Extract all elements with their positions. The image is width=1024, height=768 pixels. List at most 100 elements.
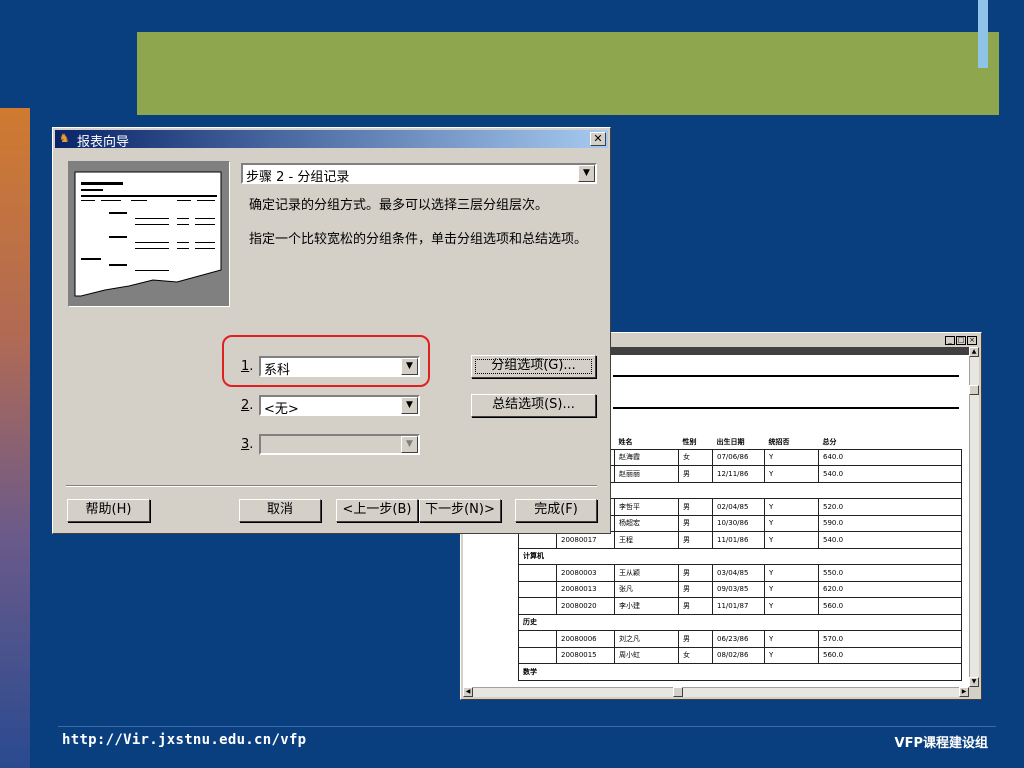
report-indent-cell <box>518 564 557 582</box>
report-cell: 620.0 <box>818 580 962 598</box>
wizard-preview-thumbnail <box>68 161 230 307</box>
scroll-down-icon[interactable]: ▼ <box>969 677 979 687</box>
report-cell: Y <box>764 448 819 466</box>
report-data-row: 20080006 刘之凡男 06/23/86 Y 570.0 <box>518 630 962 648</box>
report-indent-cell <box>518 646 557 664</box>
report-cell: 20080020 <box>556 597 615 615</box>
report-cell: 王从颖 <box>614 564 679 582</box>
report-header-name: 姓名 <box>618 437 633 446</box>
report-header-gender: 性别 <box>682 437 697 446</box>
report-cell: 周小虹 <box>614 646 679 664</box>
scroll-thumb[interactable] <box>969 385 979 395</box>
report-group-cell: 计算机 <box>518 547 962 565</box>
report-cell: 男 <box>678 531 713 549</box>
summary-options-button[interactable]: 总结选项(S)... <box>471 394 596 417</box>
report-cell: Y <box>764 580 819 598</box>
report-header-birth: 出生日期 <box>716 437 745 446</box>
finish-button[interactable]: 完成(F) <box>515 499 597 522</box>
group-level-2-label: 2. <box>241 398 254 413</box>
report-cell: 女 <box>678 448 713 466</box>
group-level-3-select: ▼ <box>259 434 420 455</box>
report-cell: 03/04/85 <box>712 564 765 582</box>
report-cell: Y <box>764 630 819 648</box>
report-cell: 20080015 <box>556 646 615 664</box>
report-cell: 赵海霞 <box>614 448 679 466</box>
report-cell: 11/01/87 <box>712 597 765 615</box>
report-cell: 女 <box>678 646 713 664</box>
report-cell: 张凡 <box>614 580 679 598</box>
report-cell: 550.0 <box>818 564 962 582</box>
fox-icon: ♞ <box>59 131 70 145</box>
maximize-icon[interactable]: □ <box>956 336 966 345</box>
report-group-cell: 历史 <box>518 613 962 631</box>
report-cell: 640.0 <box>818 448 962 466</box>
report-cell: 540.0 <box>818 465 962 483</box>
report-indent-cell <box>518 597 557 615</box>
report-cell: 男 <box>678 514 713 532</box>
report-indent-cell <box>518 630 557 648</box>
report-cell: 02/04/85 <box>712 498 765 516</box>
report-cell: 560.0 <box>818 597 962 615</box>
dialog-title: 报表向导 <box>77 135 130 150</box>
step-select[interactable]: 步骤 2 - 分组记录 ▼ <box>241 163 597 185</box>
preview-horizontal-scrollbar[interactable]: ◀ ▶ <box>463 687 969 697</box>
scroll-left-icon[interactable]: ◀ <box>463 687 473 697</box>
next-button[interactable]: 下一步(N)> <box>419 499 501 522</box>
group-level-3-label: 3. <box>241 437 254 452</box>
help-button[interactable]: 帮助(H) <box>67 499 150 522</box>
report-data-row: 20080013 张凡男 09/03/85 Y 620.0 <box>518 580 962 598</box>
report-cell: 07/06/86 <box>712 448 765 466</box>
report-cell: 560.0 <box>818 646 962 664</box>
report-data-row: 20080003 王从颖男 03/04/85 Y 550.0 <box>518 564 962 582</box>
report-cell: Y <box>764 564 819 582</box>
report-rule <box>613 375 959 377</box>
dialog-titlebar: ♞ 报表向导 ✕ <box>55 130 608 150</box>
close-button[interactable]: ✕ <box>590 132 606 146</box>
group-level-2-value: <无> <box>264 402 299 417</box>
report-cell: 男 <box>678 465 713 483</box>
slide-accent-bar <box>978 0 988 68</box>
report-cell: 20080006 <box>556 630 615 648</box>
report-cell: 540.0 <box>818 531 962 549</box>
prev-button[interactable]: <上一步(B) <box>336 499 418 522</box>
report-cell: 20080003 <box>556 564 615 582</box>
report-header-enroll: 统招否 <box>768 437 790 446</box>
report-group-row: 数学 <box>518 663 962 681</box>
report-cell: 男 <box>678 564 713 582</box>
report-cell: 09/03/85 <box>712 580 765 598</box>
report-cell: Y <box>764 465 819 483</box>
scroll-up-icon[interactable]: ▲ <box>969 347 979 357</box>
report-cell: 王程 <box>614 531 679 549</box>
chevron-down-icon[interactable]: ▼ <box>578 165 595 182</box>
chevron-down-icon[interactable]: ▼ <box>401 397 418 414</box>
report-group-cell: 数学 <box>518 663 962 681</box>
group-level-1-select[interactable]: 系科 ▼ <box>259 356 420 378</box>
cancel-button[interactable]: 取消 <box>239 499 321 522</box>
group-options-button[interactable]: 分组选项(G)... <box>471 355 596 378</box>
scroll-right-icon[interactable]: ▶ <box>959 687 969 697</box>
step-description: 确定记录的分组方式。最多可以选择三层分组层次。 <box>249 198 549 213</box>
report-cell: 刘之凡 <box>614 630 679 648</box>
group-level-2-select[interactable]: <无> ▼ <box>259 395 420 417</box>
report-data-row: 20080020 李小建男 11/01/87 Y 560.0 <box>518 597 962 615</box>
step-select-value: 步骤 2 - 分组记录 <box>246 170 350 185</box>
report-wizard-dialog: ♞ 报表向导 ✕ 步骤 2 - 分组记录 ▼ 确定记录的分组方式。最多可以选择三… <box>52 127 611 534</box>
report-cell: 男 <box>678 597 713 615</box>
report-cell: 李哲平 <box>614 498 679 516</box>
report-cell: 08/02/86 <box>712 646 765 664</box>
button-divider <box>66 485 597 487</box>
report-data-row: 20080015 周小虹女 08/02/86 Y 560.0 <box>518 646 962 664</box>
slide-footer-divider <box>58 726 996 727</box>
scroll-thumb[interactable] <box>673 687 683 697</box>
report-cell: Y <box>764 514 819 532</box>
report-cell: 11/01/86 <box>712 531 765 549</box>
preview-vertical-scrollbar[interactable]: ▲ ▼ <box>969 347 979 687</box>
slide-left-bar <box>0 108 30 768</box>
report-cell: 男 <box>678 498 713 516</box>
minimize-icon[interactable]: _ <box>945 336 955 345</box>
report-cell: 12/11/86 <box>712 465 765 483</box>
chevron-down-icon[interactable]: ▼ <box>401 358 418 375</box>
report-rule <box>613 407 959 409</box>
report-cell: 赵丽丽 <box>614 465 679 483</box>
close-icon[interactable]: × <box>967 336 977 345</box>
